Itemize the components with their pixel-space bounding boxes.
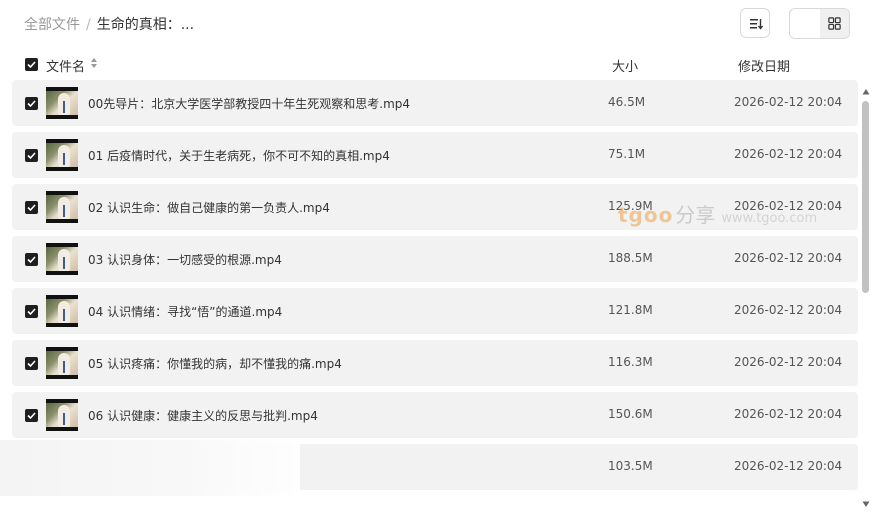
file-size: 150.6M — [608, 407, 653, 421]
file-size: 103.5M — [608, 459, 653, 473]
file-date: 2026-02-12 20:04 — [734, 407, 843, 421]
row-checkbox[interactable] — [25, 149, 38, 162]
grid-view-button[interactable] — [820, 9, 849, 38]
breadcrumb: 全部文件 / 生命的真相：... — [24, 14, 194, 34]
check-icon — [27, 152, 36, 160]
breadcrumb-separator: / — [86, 17, 91, 33]
file-name[interactable]: 05 认识疼痛：你懂我的病，却不懂我的痛.mp4 — [88, 355, 342, 372]
table-row[interactable]: 04 认识情绪：寻找“悟”的通道.mp4 121.8M 2026-02-12 20:… — [12, 288, 858, 334]
row-checkbox[interactable] — [25, 357, 38, 370]
scroll-up-icon[interactable] — [862, 88, 870, 96]
row-checkbox[interactable] — [25, 305, 38, 318]
file-date: 2026-02-12 20:04 — [734, 355, 843, 369]
table-row[interactable]: 06 认识健康：健康主义的反思与批判.mp4 150.6M 2026-02-12 2… — [12, 392, 858, 438]
file-size: 121.8M — [608, 303, 653, 317]
row-checkbox[interactable] — [25, 409, 38, 422]
table-row[interactable]: 01 后疫情时代，关于生老病死，你不可不知的真相.mp4 75.1M 2026-02… — [12, 132, 858, 178]
file-date: 2026-02-12 20:04 — [734, 147, 843, 161]
video-thumbnail — [46, 87, 78, 119]
breadcrumb-current: 生命的真相：... — [96, 17, 195, 33]
watermark: tgoo 分享 www.tgoo.com — [618, 199, 817, 228]
breadcrumb-root[interactable]: 全部文件 — [24, 17, 80, 33]
watermark-share: 分享 — [675, 203, 716, 227]
scroll-down-icon[interactable] — [862, 500, 870, 508]
view-toggle — [789, 8, 850, 39]
watermark-url: www.tgoo.com — [721, 211, 818, 226]
check-icon — [27, 308, 36, 316]
check-icon — [27, 256, 36, 264]
top-bar: 全部文件 / 生命的真相：... — [0, 0, 874, 48]
video-thumbnail — [46, 347, 78, 379]
sort-toggle-icon[interactable] — [90, 57, 98, 69]
file-name[interactable]: 02 认识生命：做自己健康的第一负责人.mp4 — [88, 199, 330, 216]
check-icon — [27, 61, 36, 69]
file-date: 2026-02-12 20:04 — [734, 251, 843, 265]
sort-button[interactable] — [740, 8, 770, 38]
select-all-checkbox[interactable] — [25, 58, 38, 71]
video-thumbnail — [46, 295, 78, 327]
file-date: 2026-02-12 20:04 — [734, 303, 843, 317]
row-checkbox[interactable] — [25, 201, 38, 214]
column-header-modified[interactable]: 修改日期 — [738, 56, 790, 75]
file-date: 2026-02-12 20:04 — [734, 95, 843, 109]
file-name[interactable]: 06 认识健康：健康主义的反思与批判.mp4 — [88, 407, 318, 424]
video-thumbnail — [46, 399, 78, 431]
video-thumbnail — [46, 139, 78, 171]
file-date: 2026-02-12 20:04 — [734, 459, 843, 473]
video-thumbnail — [46, 191, 78, 223]
row-checkbox[interactable] — [25, 97, 38, 110]
blurred-overlay — [0, 440, 300, 496]
file-name[interactable]: 01 后疫情时代，关于生老病死，你不可不知的真相.mp4 — [88, 147, 390, 164]
watermark-logo: tgoo — [618, 203, 674, 227]
file-name[interactable]: 00先导片：北京大学医学部教授四十年生死观察和思考.mp4 — [88, 95, 410, 112]
file-name[interactable]: 03 认识身体：一切感受的根源.mp4 — [88, 251, 282, 268]
scrollbar[interactable] — [860, 85, 872, 510]
scrollbar-thumb[interactable] — [862, 101, 869, 293]
file-size: 46.5M — [608, 95, 646, 109]
file-name[interactable]: 04 认识情绪：寻找“悟”的通道.mp4 — [88, 303, 282, 320]
row-checkbox[interactable] — [25, 253, 38, 266]
table-header: 文件名 大小 修改日期 — [0, 50, 874, 78]
video-thumbnail — [46, 243, 78, 275]
table-row[interactable]: 05 认识疼痛：你懂我的病，却不懂我的痛.mp4 116.3M 2026-02-12… — [12, 340, 858, 386]
file-size: 116.3M — [608, 355, 653, 369]
file-size: 188.5M — [608, 251, 653, 265]
column-header-size[interactable]: 大小 — [612, 56, 638, 75]
table-row[interactable]: 03 认识身体：一切感受的根源.mp4 188.5M 2026-02-12 20:0… — [12, 236, 858, 282]
grid-view-icon — [828, 17, 841, 30]
table-row[interactable]: 00先导片：北京大学医学部教授四十年生死观察和思考.mp4 46.5M 2026-0… — [12, 80, 858, 126]
check-icon — [27, 204, 36, 212]
sort-icon — [750, 19, 764, 30]
column-header-name[interactable]: 文件名 — [46, 56, 85, 75]
check-icon — [27, 360, 36, 368]
check-icon — [27, 100, 36, 108]
check-icon — [27, 412, 36, 420]
file-size: 75.1M — [608, 147, 646, 161]
